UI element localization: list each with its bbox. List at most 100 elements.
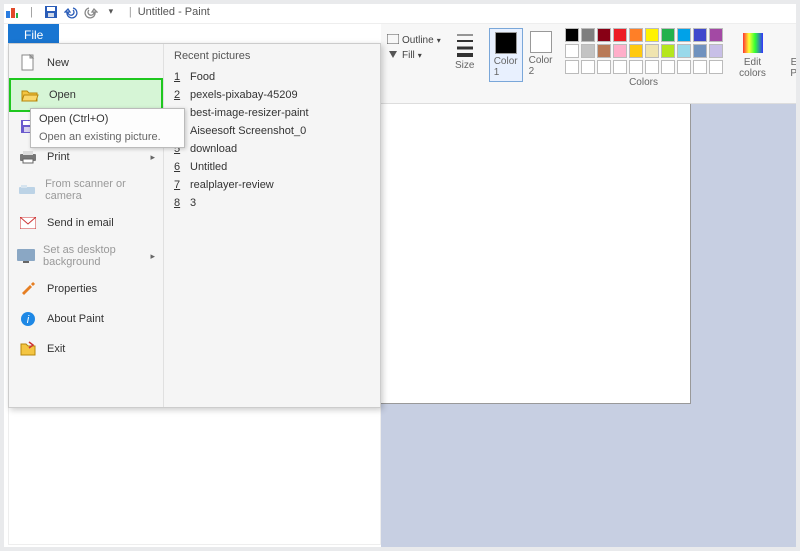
canvas[interactable]: [381, 104, 691, 404]
edit-colors-button[interactable]: Edit colors: [731, 28, 775, 82]
color-swatch[interactable]: [597, 28, 611, 42]
menu-label: Open: [49, 89, 76, 101]
ribbon: Outline ▾ Fill ▾ Size Color 1 Color 2 Co…: [381, 24, 800, 104]
color-swatch[interactable]: [565, 60, 579, 74]
color-swatch[interactable]: [677, 60, 691, 74]
size-group[interactable]: Size: [449, 28, 481, 73]
canvas-area: [381, 104, 800, 551]
menu-wallpaper[interactable]: Set as desktop background ▸: [9, 238, 163, 274]
color-swatch[interactable]: [597, 44, 611, 58]
menu-label: From scanner or camera: [45, 178, 155, 202]
paint3d-button[interactable]: Edit with Paint 3D: [783, 28, 800, 82]
color-swatch[interactable]: [565, 28, 579, 42]
menu-new[interactable]: New: [9, 48, 163, 78]
color-swatch[interactable]: [629, 28, 643, 42]
fill-dropdown[interactable]: Fill ▾: [387, 49, 441, 62]
menu-properties[interactable]: Properties: [9, 274, 163, 304]
tooltip-body: Open an existing picture.: [39, 129, 176, 143]
menu-label: Print: [47, 151, 70, 163]
size-icon: [455, 30, 475, 58]
color-swatch[interactable]: [645, 60, 659, 74]
open-tooltip: Open (Ctrl+O) Open an existing picture.: [30, 108, 185, 148]
color-swatch[interactable]: [581, 60, 595, 74]
recent-item[interactable]: 2pexels-pixabay-45209: [174, 86, 370, 104]
recent-item[interactable]: 6Untitled: [174, 158, 370, 176]
color-swatch[interactable]: [613, 44, 627, 58]
email-icon: [17, 214, 39, 232]
fill-icon: [387, 49, 399, 62]
color-swatch[interactable]: [629, 60, 643, 74]
wallpaper-icon: [17, 247, 35, 265]
color1-button[interactable]: Color 1: [489, 28, 523, 82]
color-swatch[interactable]: [613, 60, 627, 74]
new-icon: [17, 54, 39, 72]
recent-item[interactable]: 4Aiseesoft Screenshot_0: [174, 122, 370, 140]
color-swatch[interactable]: [693, 60, 707, 74]
chevron-down-icon: ▾: [418, 51, 422, 60]
color-swatch[interactable]: [645, 44, 659, 58]
color-swatch[interactable]: [693, 28, 707, 42]
tooltip-title: Open (Ctrl+O): [39, 113, 176, 129]
color-swatch[interactable]: [661, 44, 675, 58]
color-swatch[interactable]: [645, 28, 659, 42]
color2-button[interactable]: Color 2: [525, 28, 557, 82]
color-palette: [565, 28, 723, 74]
save-icon[interactable]: [43, 4, 59, 20]
menu-label: Properties: [47, 283, 97, 295]
undo-icon[interactable]: [63, 4, 79, 20]
menu-label: Send in email: [47, 217, 114, 229]
color-swatch[interactable]: [629, 44, 643, 58]
color-swatch[interactable]: [709, 60, 723, 74]
file-menu-right: Recent pictures 1Food2pexels-pixabay-452…: [164, 44, 380, 407]
color-swatch[interactable]: [693, 44, 707, 58]
color-swatch[interactable]: [581, 28, 595, 42]
title-bar: | ▾ | Untitled - Paint: [0, 0, 800, 24]
recent-item[interactable]: 83: [174, 194, 370, 212]
color2-swatch: [530, 31, 552, 53]
menu-open[interactable]: Open: [9, 78, 163, 112]
color-swatch[interactable]: [709, 28, 723, 42]
recent-list: 1Food2pexels-pixabay-452093best-image-re…: [174, 68, 370, 212]
menu-label: Exit: [47, 343, 65, 355]
color-swatch[interactable]: [597, 60, 611, 74]
color-swatch[interactable]: [709, 44, 723, 58]
menu-exit[interactable]: Exit: [9, 334, 163, 364]
outline-dropdown[interactable]: Outline ▾: [387, 34, 441, 47]
recent-item[interactable]: 5download: [174, 140, 370, 158]
outline-icon: [387, 34, 399, 47]
color-swatch[interactable]: [661, 28, 675, 42]
recent-item[interactable]: 3best-image-resizer-paint: [174, 104, 370, 122]
menu-email[interactable]: Send in email: [9, 208, 163, 238]
edit-colors-icon: [741, 31, 765, 55]
open-icon: [19, 86, 41, 104]
menu-about[interactable]: i About Paint: [9, 304, 163, 334]
file-menu: New Open Save as ▸ Print ▸ F: [8, 43, 381, 408]
color-swatch[interactable]: [677, 44, 691, 58]
submenu-arrow-icon: ▸: [150, 152, 155, 163]
customize-qat-icon[interactable]: ▾: [103, 4, 119, 20]
properties-icon: [17, 280, 39, 298]
menu-label: New: [47, 57, 69, 69]
quick-access-toolbar: | ▾ |: [4, 4, 138, 20]
color-swatch[interactable]: [661, 60, 675, 74]
print-icon: [17, 148, 39, 166]
color-swatch[interactable]: [677, 28, 691, 42]
menu-scanner[interactable]: From scanner or camera: [9, 172, 163, 208]
scanner-icon: [17, 181, 37, 199]
recent-item[interactable]: 1Food: [174, 68, 370, 86]
chevron-down-icon: ▾: [437, 36, 441, 45]
info-icon: i: [17, 310, 39, 328]
recent-title: Recent pictures: [174, 50, 370, 62]
menu-label: Set as desktop background: [43, 244, 150, 268]
colors-caption: Colors: [629, 77, 658, 88]
file-menu-left: New Open Save as ▸ Print ▸ F: [9, 44, 164, 407]
color-swatch[interactable]: [613, 28, 627, 42]
submenu-arrow-icon: ▸: [150, 251, 155, 262]
menu-label: About Paint: [47, 313, 104, 325]
redo-icon[interactable]: [83, 4, 99, 20]
color1-swatch: [495, 32, 517, 54]
recent-item[interactable]: 7realplayer-review: [174, 176, 370, 194]
window-title: Untitled - Paint: [138, 6, 210, 18]
color-swatch[interactable]: [565, 44, 579, 58]
color-swatch[interactable]: [581, 44, 595, 58]
